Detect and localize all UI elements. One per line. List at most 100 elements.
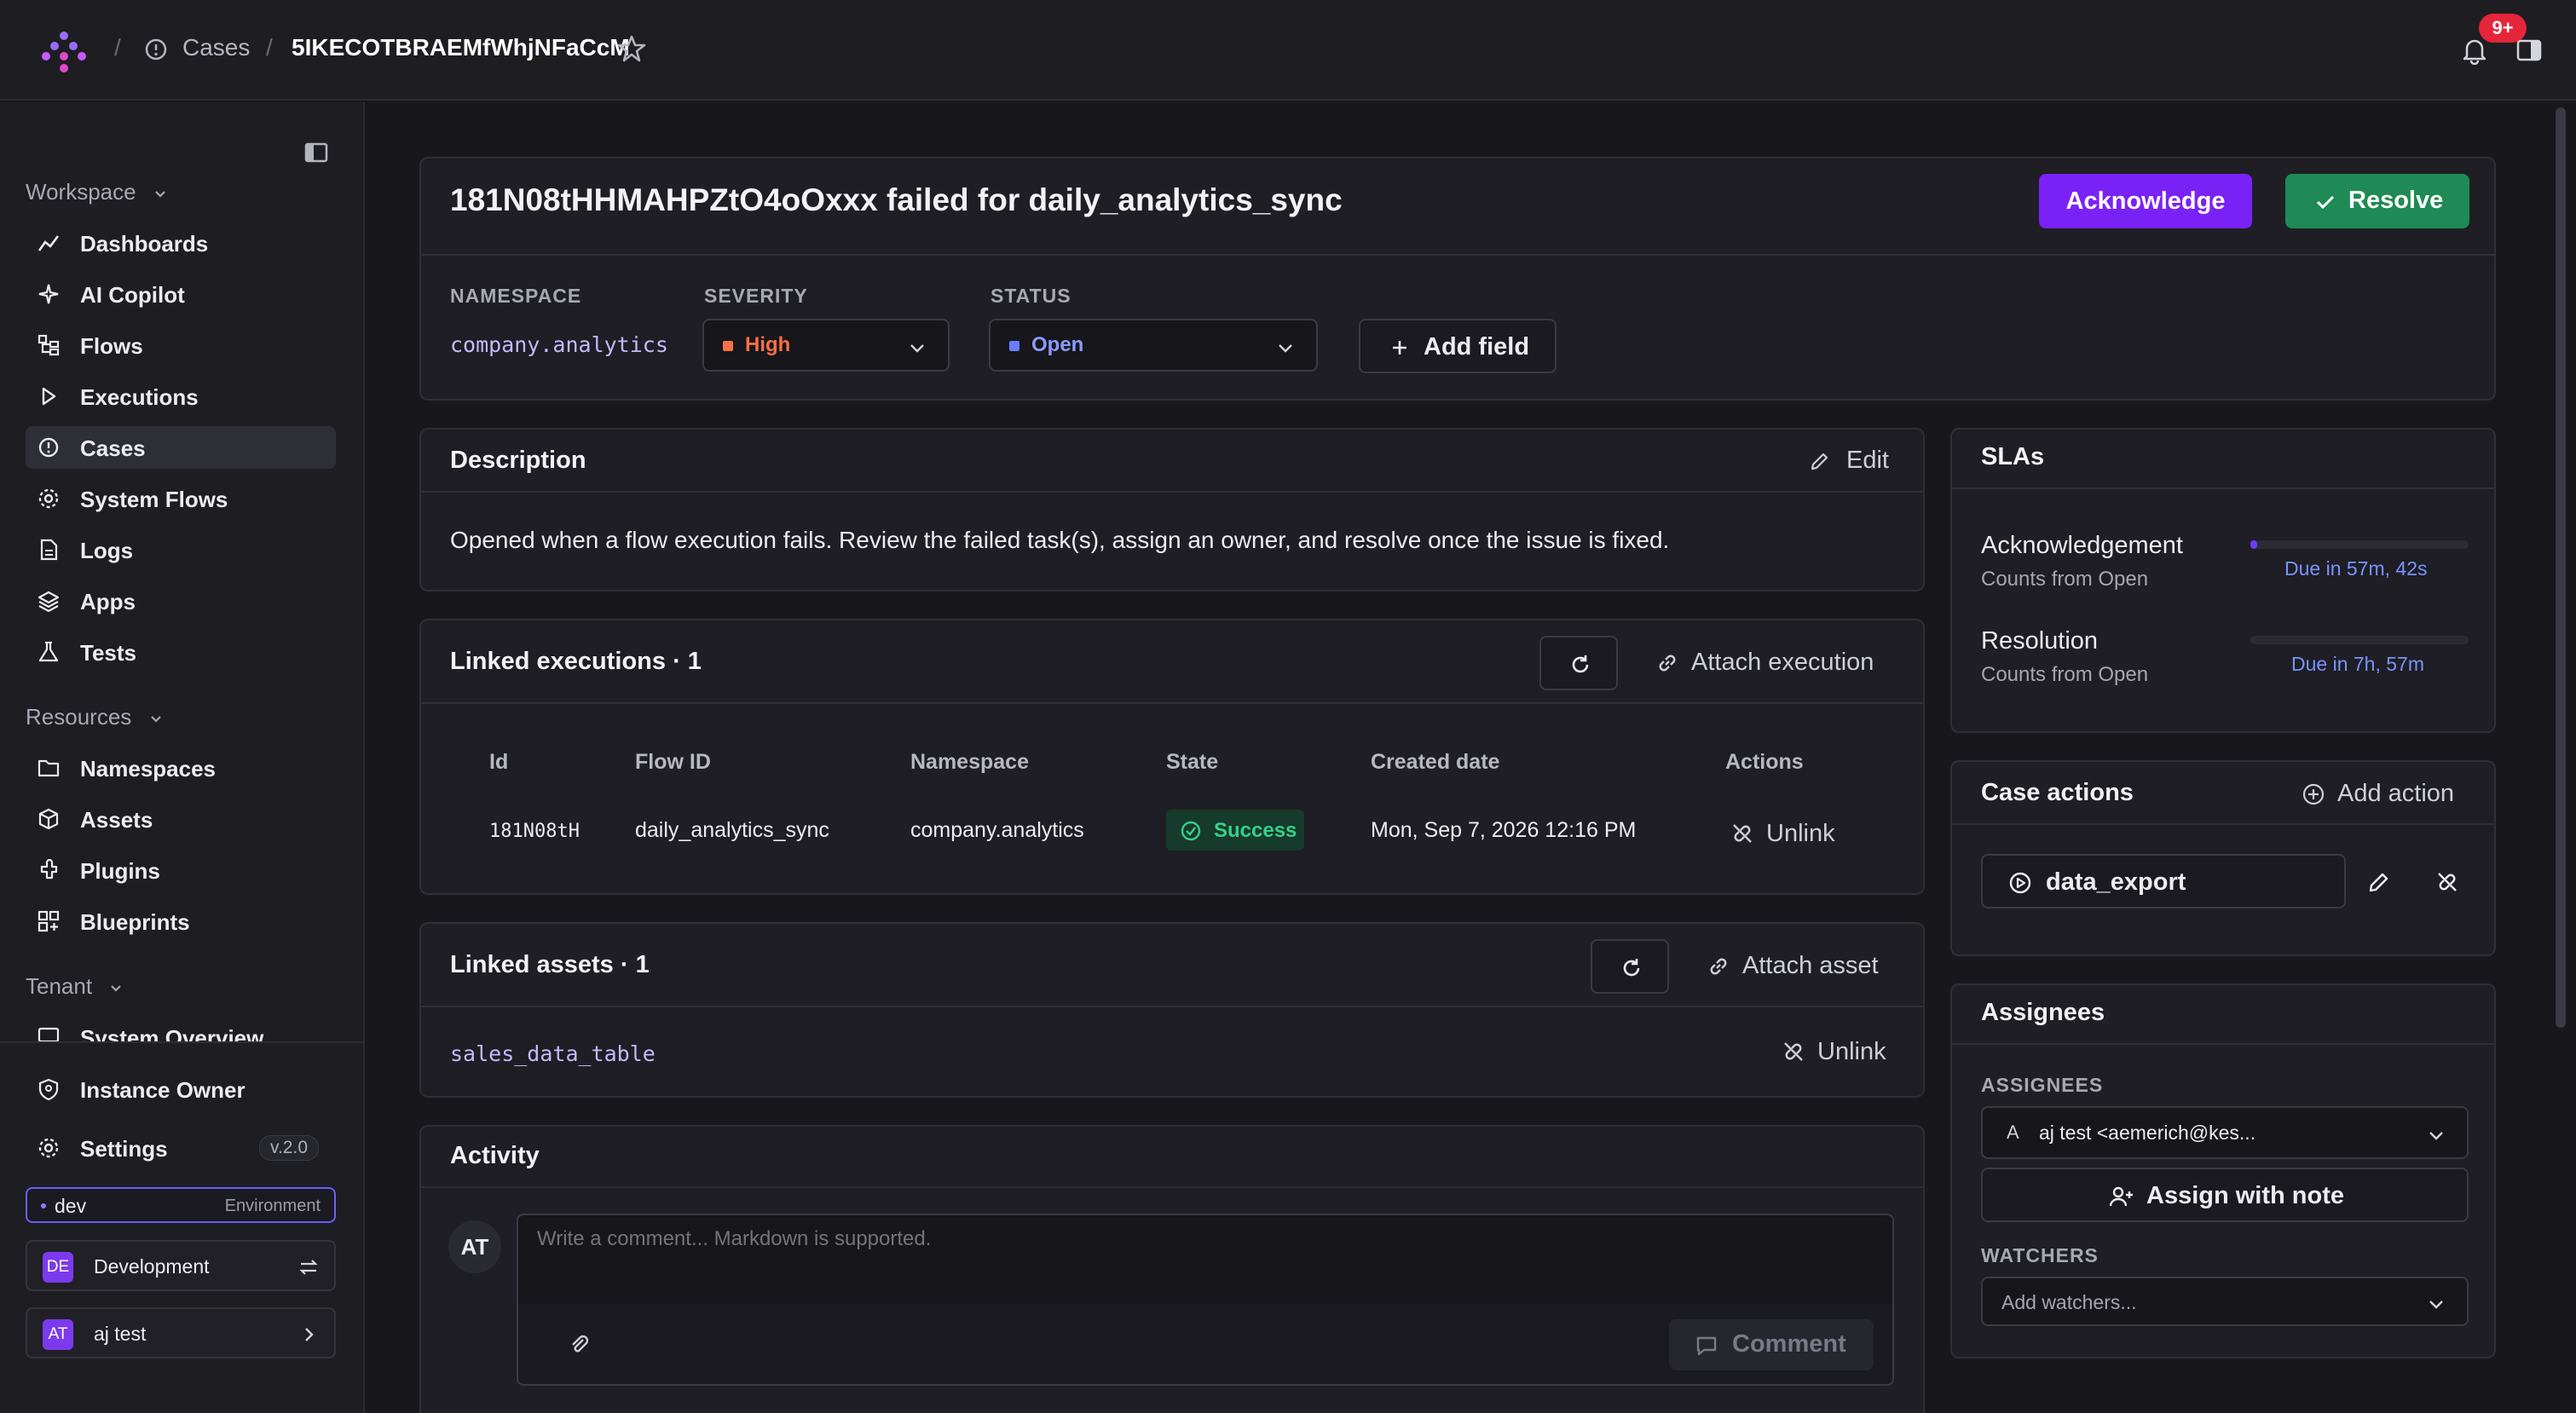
user-plus-icon bbox=[2109, 1186, 2133, 1207]
sidebar-item-logs[interactable]: Logs bbox=[26, 528, 336, 571]
unlink-asset-button[interactable]: Unlink bbox=[1782, 1035, 1901, 1069]
severity-label: SEVERITY bbox=[704, 285, 808, 307]
edit-description-button[interactable]: Edit bbox=[1809, 445, 1911, 479]
side-panel-icon[interactable] bbox=[2515, 36, 2544, 65]
sidebar-item-namespaces[interactable]: Namespaces bbox=[26, 747, 336, 789]
sidebar-item-ai-copilot[interactable]: AI Copilot bbox=[26, 273, 336, 315]
pencil-icon[interactable] bbox=[2366, 869, 2392, 895]
sidebar-item-label: System Flows bbox=[80, 487, 228, 512]
sidebar-item-label: Dashboards bbox=[80, 231, 209, 257]
refresh-icon bbox=[1572, 655, 1589, 673]
sidebar-item-flows[interactable]: Flows bbox=[26, 324, 336, 366]
sidebar-item-tests[interactable]: Tests bbox=[26, 631, 336, 673]
flow-tree-icon bbox=[38, 334, 60, 356]
add-field-button[interactable]: Add field bbox=[1359, 319, 1557, 373]
sla-acknowledgement-progress bbox=[2250, 540, 2469, 549]
monitor-icon bbox=[38, 1027, 60, 1041]
case-actions-card: Case actions Add action data_export bbox=[1950, 760, 2496, 956]
assign-with-note-button[interactable]: Assign with note bbox=[1981, 1168, 2469, 1222]
main-scrollbar[interactable] bbox=[2556, 107, 2566, 1028]
chevron-down-icon bbox=[2429, 1301, 2443, 1309]
run-action-button[interactable]: data_export bbox=[1981, 854, 2346, 908]
version-badge: v.2.0 bbox=[259, 1135, 319, 1161]
sidebar-item-label: Tests bbox=[80, 640, 136, 666]
status-label: STATUS bbox=[991, 285, 1071, 307]
watchers-placeholder: Add watchers... bbox=[2001, 1291, 2137, 1313]
chevron-down-icon bbox=[910, 344, 924, 353]
user-avatar: AT bbox=[43, 1319, 73, 1350]
attach-asset-label: Attach asset bbox=[1742, 952, 1879, 979]
plug-icon bbox=[40, 859, 58, 880]
resolve-button[interactable]: Resolve bbox=[2285, 174, 2469, 228]
attach-asset-button[interactable]: Attach asset bbox=[1707, 948, 1903, 985]
column-header-created-date: Created date bbox=[1371, 750, 1500, 774]
sla-resolution-name: Resolution bbox=[1981, 627, 2099, 655]
sidebar-item-instance-owner[interactable]: Instance Owner bbox=[26, 1068, 336, 1110]
collapse-sidebar-icon[interactable] bbox=[303, 140, 329, 165]
description-title: Description bbox=[450, 447, 586, 474]
sidebar-item-system-flows[interactable]: System Flows bbox=[26, 477, 336, 520]
sidebar-item-apps[interactable]: Apps bbox=[26, 580, 336, 622]
comment-button[interactable]: Comment bbox=[1669, 1319, 1874, 1370]
refresh-assets-button[interactable] bbox=[1591, 939, 1669, 994]
attach-execution-button[interactable]: Attach execution bbox=[1655, 644, 1903, 682]
attach-file-icon[interactable] bbox=[566, 1331, 592, 1357]
activity-header bbox=[421, 1127, 1923, 1188]
sidebar-item-label: Cases bbox=[80, 435, 146, 461]
asset-link[interactable]: sales_data_table bbox=[450, 1041, 656, 1066]
refresh-executions-button[interactable] bbox=[1539, 636, 1618, 690]
flask-icon bbox=[38, 641, 59, 662]
gear-icon bbox=[38, 488, 59, 509]
acknowledge-button[interactable]: Acknowledge bbox=[2039, 174, 2252, 228]
watchers-field-label: WATCHERS bbox=[1981, 1244, 2099, 1266]
breadcrumb-case-id: 5IKECOTBRAEMfWhjNFaCcM bbox=[292, 34, 630, 61]
unlink-execution-button[interactable]: Unlink bbox=[1730, 816, 1850, 851]
execution-id-link[interactable]: 181N08tH bbox=[489, 821, 580, 842]
status-color-swatch bbox=[1009, 341, 1019, 351]
add-action-button[interactable]: Add action bbox=[2302, 776, 2481, 813]
severity-select[interactable]: High bbox=[702, 319, 950, 372]
tenant-group-label: Tenant bbox=[26, 973, 93, 999]
sidebar-item-cases[interactable]: Cases bbox=[26, 426, 336, 469]
execution-flow-id[interactable]: daily_analytics_sync bbox=[635, 818, 829, 843]
app-logo-icon[interactable] bbox=[38, 26, 90, 78]
sidebar-item-blueprints[interactable]: Blueprints bbox=[26, 900, 336, 943]
watchers-select[interactable]: Add watchers... bbox=[1981, 1277, 2469, 1326]
unlink-icon[interactable] bbox=[2434, 869, 2460, 895]
star-icon[interactable] bbox=[617, 34, 646, 63]
sidebar-item-label: Flows bbox=[80, 333, 143, 359]
sparkle-icon bbox=[38, 284, 59, 304]
user-name: aj test bbox=[94, 1323, 147, 1345]
comment-input[interactable] bbox=[517, 1214, 1894, 1306]
check-icon bbox=[2316, 195, 2335, 210]
status-select[interactable]: Open bbox=[989, 319, 1318, 372]
namespace-value[interactable]: company.analytics bbox=[450, 332, 668, 357]
sidebar-item-assets[interactable]: Assets bbox=[26, 798, 336, 840]
resources-group-toggle[interactable]: Resources bbox=[26, 704, 164, 730]
tenant-switcher[interactable]: DE Development bbox=[26, 1240, 336, 1291]
sidebar-divider bbox=[0, 1041, 363, 1043]
breadcrumb-cases[interactable]: Cases bbox=[182, 34, 250, 61]
severity-color-swatch bbox=[723, 341, 733, 351]
sidebar-item-system-overview[interactable]: System Overview bbox=[26, 1016, 336, 1041]
breadcrumb-separator: / bbox=[266, 34, 273, 61]
environment-indicator[interactable]: dev Environment bbox=[26, 1187, 336, 1223]
chevron-down-icon bbox=[1279, 344, 1292, 353]
sidebar-item-settings[interactable]: Settings v.2.0 bbox=[26, 1127, 336, 1169]
tenant-group-toggle[interactable]: Tenant bbox=[26, 973, 124, 1000]
column-header-flow-id: Flow ID bbox=[635, 750, 711, 774]
sidebar-item-label: AI Copilot bbox=[80, 282, 185, 308]
sidebar-item-executions[interactable]: Executions bbox=[26, 375, 336, 418]
sidebar-item-plugins[interactable]: Plugins bbox=[26, 849, 336, 891]
case-header-card: 181N08tHHMAHPZtO4oOxxx failed for daily_… bbox=[419, 157, 2496, 401]
assignees-select[interactable]: A aj test <aemerich@kes... bbox=[1981, 1106, 2469, 1159]
workspace-group-toggle[interactable]: Workspace bbox=[26, 179, 168, 205]
attach-execution-label: Attach execution bbox=[1691, 649, 1874, 676]
sidebar-item-dashboards[interactable]: Dashboards bbox=[26, 222, 336, 264]
edit-label: Edit bbox=[1846, 447, 1889, 474]
assign-with-note-label: Assign with note bbox=[2146, 1182, 2344, 1209]
user-menu[interactable]: AT aj test bbox=[26, 1307, 336, 1358]
execution-namespace[interactable]: company.analytics bbox=[910, 818, 1084, 843]
shield-icon bbox=[38, 1078, 59, 1100]
assignees-field-label: ASSIGNEES bbox=[1981, 1074, 2104, 1096]
